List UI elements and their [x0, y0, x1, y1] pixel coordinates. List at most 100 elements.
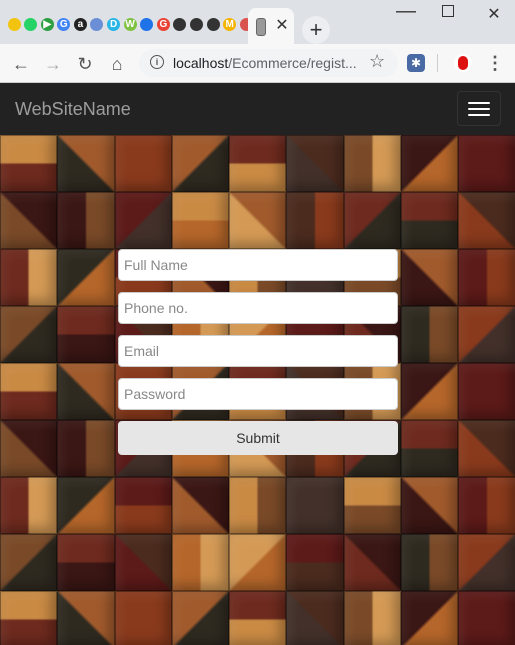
wood-tile	[401, 477, 459, 534]
pinned-tab-favicons: ▶GaDWGMo	[6, 16, 288, 32]
wood-tile	[343, 477, 402, 534]
cyan-d-icon[interactable]: D	[106, 16, 122, 32]
yellow-m-icon[interactable]: M	[222, 16, 238, 32]
hamburger-bar	[468, 114, 490, 116]
yellow-circle-icon[interactable]	[6, 16, 22, 32]
wood-tile	[114, 135, 172, 192]
wood-tile	[229, 192, 287, 249]
wood-tile	[343, 135, 402, 192]
amazon-icon[interactable]: a	[72, 16, 88, 32]
address-bar[interactable]: i localhost/Ecommerce/regist... ☆	[139, 49, 398, 77]
phone-input[interactable]	[118, 292, 398, 324]
wood-tile	[401, 420, 459, 477]
wood-tile	[114, 591, 172, 645]
head-icon[interactable]	[172, 16, 188, 32]
wood-tile	[0, 306, 58, 363]
bookmark-star-icon[interactable]: ☆	[369, 51, 385, 72]
wood-tile	[458, 249, 515, 306]
blue-shield-icon[interactable]	[139, 16, 155, 32]
reload-icon[interactable]: ↻	[74, 53, 96, 75]
play-icon[interactable]: ▶	[39, 16, 55, 32]
wood-tile	[286, 534, 344, 591]
wood-tile	[57, 249, 115, 306]
wood-tile	[57, 420, 115, 477]
wood-tile	[458, 135, 515, 192]
wood-tile	[286, 477, 344, 534]
google-icon[interactable]: G	[56, 16, 72, 32]
wood-tile	[229, 591, 287, 645]
browser-tab-strip: ▶GaDWGMo ✕ + — ✕	[0, 0, 515, 44]
wood-tile	[286, 192, 344, 249]
browser-menu-icon[interactable]: ⋮	[486, 52, 504, 74]
wood-tile	[57, 192, 115, 249]
head-icon[interactable]	[189, 16, 205, 32]
wood-tile	[286, 135, 344, 192]
wood-tile	[229, 534, 287, 591]
chart-icon[interactable]: W	[122, 16, 138, 32]
site-brand-link[interactable]: WebSiteName	[15, 99, 131, 120]
wood-tile	[343, 591, 402, 645]
wood-tile	[57, 477, 115, 534]
back-arrow-icon[interactable]: ←	[10, 53, 32, 75]
wood-tile	[0, 534, 58, 591]
google-icon[interactable]: G	[155, 16, 171, 32]
wood-tile	[171, 135, 230, 192]
wood-tile	[171, 591, 230, 645]
extension-icon[interactable]: ✱	[407, 54, 425, 72]
wood-tile	[229, 135, 287, 192]
forward-arrow-icon[interactable]: →	[42, 53, 64, 75]
wood-tile	[401, 192, 459, 249]
wood-tile	[57, 363, 115, 420]
wood-tile	[401, 306, 459, 363]
window-minimize-button[interactable]: —	[384, 0, 428, 23]
wood-tile	[0, 192, 58, 249]
maximize-icon	[442, 5, 454, 17]
tab-close-icon[interactable]: ✕	[274, 17, 290, 35]
wood-tile	[57, 135, 115, 192]
hamburger-bar	[468, 102, 490, 104]
wood-tile	[401, 534, 459, 591]
active-tab[interactable]: ✕	[248, 8, 294, 44]
registration-form: Submit	[118, 249, 398, 455]
wood-tile	[458, 363, 515, 420]
hamburger-menu-button[interactable]	[457, 91, 501, 126]
wood-tile	[458, 420, 515, 477]
email-input[interactable]	[118, 335, 398, 367]
wood-tile	[458, 534, 515, 591]
home-icon[interactable]: ⌂	[106, 53, 128, 75]
active-tab-favicon	[256, 18, 266, 36]
browser-toolbar: ← → ↻ ⌂ i localhost/Ecommerce/regist... …	[0, 44, 515, 83]
wood-tile	[171, 192, 230, 249]
wood-tile	[0, 135, 58, 192]
head-icon[interactable]	[205, 16, 221, 32]
wood-tile	[401, 249, 459, 306]
whatsapp-icon[interactable]	[23, 16, 39, 32]
full-name-input[interactable]	[118, 249, 398, 281]
wood-tile	[114, 192, 172, 249]
wood-tile	[57, 534, 115, 591]
wood-tile	[114, 477, 172, 534]
wood-tile	[458, 192, 515, 249]
wood-tile	[0, 477, 58, 534]
window-maximize-button[interactable]	[426, 4, 470, 22]
wood-tile	[343, 192, 402, 249]
url-text[interactable]: localhost/Ecommerce/regist...	[173, 55, 363, 71]
site-info-icon[interactable]: i	[150, 55, 164, 69]
wood-tile	[286, 591, 344, 645]
wood-tile	[57, 591, 115, 645]
url-path: /Ecommerce/regist...	[228, 55, 357, 71]
wood-tile	[458, 477, 515, 534]
wood-tile	[401, 135, 459, 192]
window-close-button[interactable]: ✕	[472, 4, 515, 24]
wood-tile	[343, 534, 402, 591]
wood-tile	[171, 477, 230, 534]
new-tab-button[interactable]: +	[302, 16, 330, 44]
password-input[interactable]	[118, 378, 398, 410]
wood-tile	[0, 591, 58, 645]
wood-tile	[171, 534, 230, 591]
submit-button[interactable]: Submit	[118, 421, 398, 455]
blue-circle-icon[interactable]	[89, 16, 105, 32]
wood-tile	[0, 363, 58, 420]
profile-extension-icon[interactable]	[454, 54, 472, 72]
web-page: WebSiteName Submit	[0, 83, 515, 645]
